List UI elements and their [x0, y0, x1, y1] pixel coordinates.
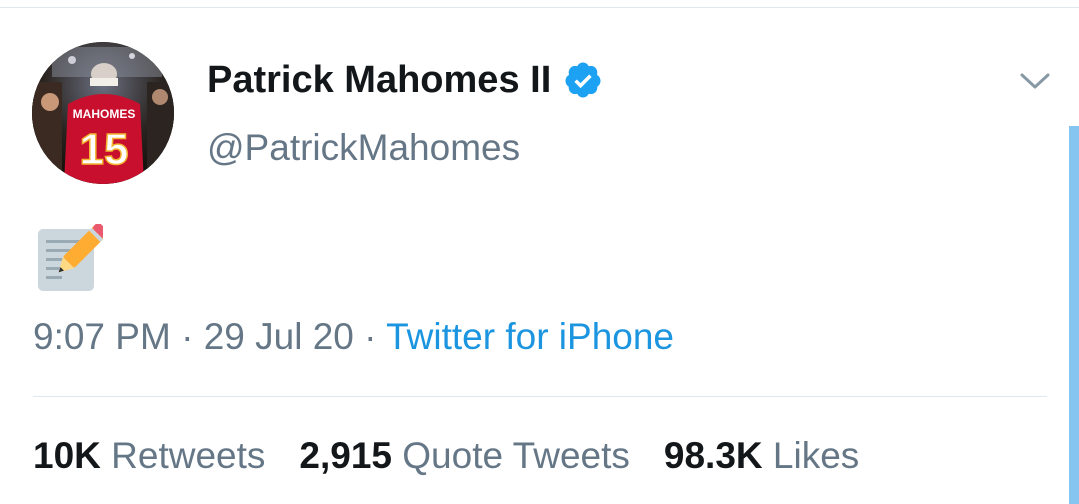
retweets-stat[interactable]: 10K Retweets: [33, 434, 265, 478]
tweet-detail-view: MAHOMES 15 Patrick Mahomes II @PatrickMa…: [0, 0, 1079, 504]
tweet-meta: 9:07 PM · 29 Jul 20 · Twitter for iPhone: [33, 315, 674, 359]
scrollbar[interactable]: [1069, 126, 1079, 504]
display-name-row[interactable]: Patrick Mahomes II: [207, 57, 603, 103]
tweet-time[interactable]: 9:07 PM: [33, 316, 171, 357]
svg-text:15: 15: [80, 125, 129, 174]
meta-separator: ·: [181, 316, 194, 357]
meta-separator: ·: [364, 316, 377, 357]
engagement-stats: 10K Retweets 2,915 Quote Tweets 98.3K Li…: [33, 434, 859, 478]
quote-tweets-stat[interactable]: 2,915 Quote Tweets: [299, 434, 630, 478]
svg-text:MAHOMES: MAHOMES: [73, 107, 136, 121]
top-divider: [0, 7, 1079, 8]
stats-divider: [33, 396, 1047, 397]
tweet-date[interactable]: 29 Jul 20: [204, 316, 354, 357]
likes-label: Likes: [772, 435, 860, 476]
quote-tweets-count: 2,915: [299, 435, 392, 476]
likes-count: 98.3K: [663, 435, 763, 476]
retweets-count: 10K: [33, 435, 101, 476]
tweet-source-link[interactable]: Twitter for iPhone: [386, 316, 674, 357]
handle[interactable]: @PatrickMahomes: [207, 126, 520, 170]
chevron-down-icon[interactable]: [1018, 68, 1052, 94]
avatar[interactable]: MAHOMES 15: [32, 42, 174, 184]
retweets-label: Retweets: [111, 435, 266, 476]
memo-icon: [38, 224, 103, 291]
likes-stat[interactable]: 98.3K Likes: [664, 434, 859, 478]
verified-badge-icon: [565, 62, 601, 98]
display-name[interactable]: Patrick Mahomes II: [207, 57, 551, 103]
avatar-photo: MAHOMES 15: [32, 42, 174, 184]
quote-tweets-label: Quote Tweets: [402, 435, 630, 476]
